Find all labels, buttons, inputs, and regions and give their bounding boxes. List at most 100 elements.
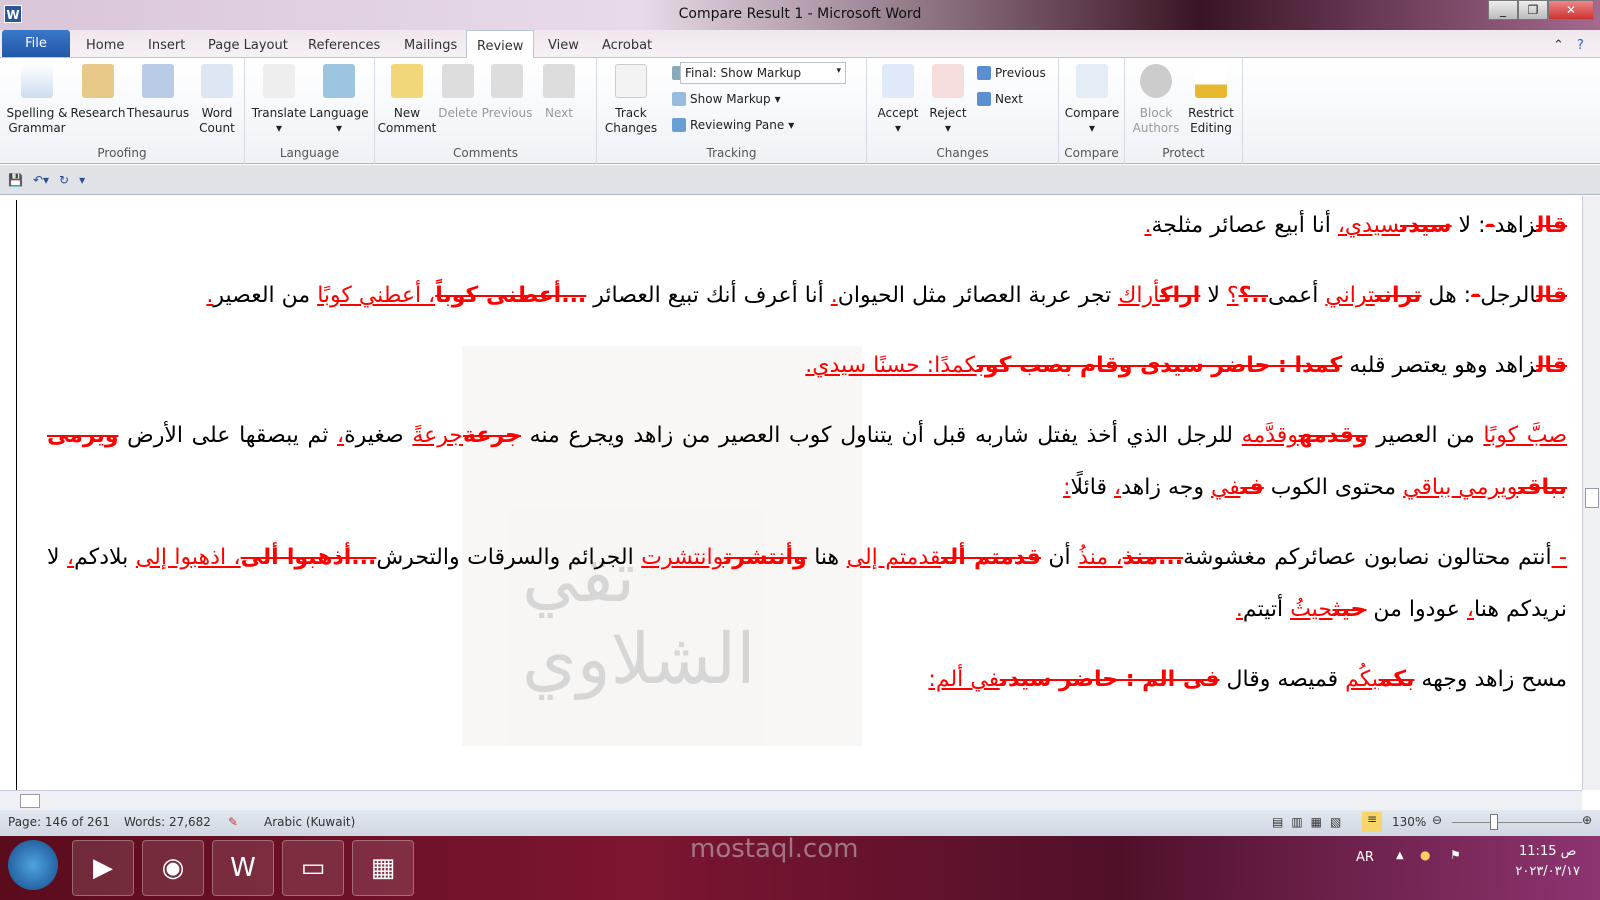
block-authors-button[interactable]: Block Authors [1129,62,1183,136]
show-hidden-icons-icon[interactable]: ▲ [1396,850,1404,861]
text-run[interactable]: من العصير [213,283,317,308]
network-icon[interactable]: ● [1420,848,1430,862]
horizontal-scrollbar[interactable] [0,790,1582,810]
spelling-grammar-button[interactable]: Spelling & Grammar [4,62,70,136]
deleted-text[interactable]: بكم [1379,667,1415,692]
document-text[interactable]: قالزاهد-: لا سيدىسيدي، أنا أبيع عصائر مث… [47,196,1567,724]
tab-references[interactable]: References [298,35,390,56]
deleted-text[interactable]: - [1471,283,1480,308]
accept-button[interactable]: Accept ▾ [873,62,923,136]
zoom-in-icon[interactable]: ⊕ [1582,813,1592,827]
file-explorer-icon[interactable]: ▭ [282,840,344,896]
inserted-text[interactable]: ، [1467,597,1474,622]
inserted-text[interactable]: سيدي، [1338,213,1400,238]
deleted-text[interactable]: ترانى [1375,283,1422,308]
deleted-text[interactable]: قال [1536,353,1567,378]
text-run[interactable]: : لا [1452,213,1486,238]
undo-icon[interactable]: ↶▾ [33,173,49,187]
text-run[interactable]: الرجل [1480,283,1536,308]
inserted-text[interactable]: بكُم [1345,667,1378,692]
text-run[interactable]: أنا أبيع عصائر مثلجة [1151,213,1337,238]
vertical-scrollbar[interactable] [1582,196,1600,790]
action-center-flag-icon[interactable]: ⚑ [1450,848,1461,862]
deleted-text[interactable]: - [1486,213,1495,238]
zoom-out-icon[interactable]: ⊖ [1432,813,1442,827]
system-clock[interactable]: 11:15 ص ٢٠٢٣/٠٣/١٧ [1515,842,1580,882]
new-comment-button[interactable]: New Comment [377,62,437,136]
inserted-text[interactable]: وقدَّمه [1242,423,1299,448]
language-button[interactable]: Language ▾ [307,62,371,136]
zoom-slider-thumb[interactable] [1490,814,1499,830]
inserted-text[interactable]: . [831,283,838,308]
text-run[interactable]: أتيتم [1243,597,1290,622]
tab-home[interactable]: Home [76,35,134,56]
translate-button[interactable]: Translate ▾ [249,62,309,136]
inserted-text[interactable]: أراك [1118,283,1160,308]
text-run[interactable]: صغيرة [344,423,412,448]
text-run[interactable]: عودوا من [1366,597,1467,622]
thesaurus-button[interactable]: Thesaurus [126,62,190,121]
text-run[interactable]: : هل [1421,283,1471,308]
inserted-text[interactable]: ، اذهبوا إلى [136,545,241,570]
research-button[interactable]: Research [70,62,126,121]
text-run[interactable]: قميصه وقال [1220,667,1346,692]
tab-mailings[interactable]: Mailings [394,35,467,56]
text-run[interactable]: ثم يبصقها على الأرض [119,423,337,448]
inserted-text[interactable]: صبَّ كوبًا [1483,423,1567,448]
compare-button[interactable]: Compare ▾ [1061,62,1123,136]
inserted-text[interactable]: في ألم: [928,667,999,692]
text-run[interactable]: زاهد [1495,213,1536,238]
word-count[interactable]: Words: 27,682 [124,815,211,829]
restrict-editing-button[interactable]: Restrict Editing [1183,62,1239,136]
deleted-text[interactable]: ..؟ [1239,283,1268,308]
deleted-text[interactable]: وأنتشرت [724,545,807,570]
help-icon[interactable]: ? [1574,35,1587,56]
text-run[interactable]: أنا أعرف أنك تبيع العصائر [586,283,830,308]
deleted-text[interactable]: سيدى [1400,213,1452,238]
input-language[interactable]: AR [1356,850,1374,865]
delete-comment-button[interactable]: Delete [437,62,479,121]
chrome-icon[interactable]: ◉ [142,840,204,896]
text-run[interactable]: تجر عربة العصائر مثل الحيوان [838,283,1118,308]
page-count[interactable]: Page: 146 of 261 [8,815,110,829]
zoom-slider[interactable] [1452,822,1582,823]
minimize-button[interactable]: _ [1488,0,1518,20]
deleted-text[interactable]: قدمتم ألى [941,545,1041,570]
text-run[interactable]: قائلًا [1070,475,1113,500]
tab-insert[interactable]: Insert [138,35,195,56]
text-run[interactable]: مسح زاهد وجهه [1414,667,1567,692]
previous-change-button[interactable]: Previous [977,66,1046,80]
track-changes-button[interactable]: Track Changes [603,62,659,136]
inserted-text[interactable]: وانتشرت [641,545,724,570]
text-run[interactable]: من العصير [1368,423,1484,448]
tab-review[interactable]: Review [466,30,535,59]
deleted-text[interactable]: فى الم : حاضر سيدى [1000,667,1220,692]
text-run[interactable]: زاهد وهو يعتصر قلبه [1342,353,1536,378]
inserted-text[interactable]: كمدًا: حسنًا سيدي. [805,353,976,378]
deleted-text[interactable]: ...أعطنى كوباً [435,283,586,308]
deleted-text[interactable]: ...منذ [1123,545,1183,570]
text-run[interactable]: بلادكم [74,545,136,570]
close-button[interactable]: ✕ [1548,0,1594,20]
text-run[interactable]: هنا [807,545,847,570]
save-icon[interactable]: 💾 [8,173,23,187]
word-taskbar-icon[interactable]: W [212,840,274,896]
deleted-text[interactable]: كمدا : حاضر سيدى وقام بصب كوب [977,353,1343,378]
inserted-text[interactable]: ويرمي بباقي [1403,475,1518,500]
tab-file[interactable]: File [2,30,70,57]
inserted-text[interactable]: ؟ [1227,283,1239,308]
tab-acrobat[interactable]: Acrobat [592,35,662,56]
deleted-text[interactable]: ...أذهبوا ألى [241,545,377,570]
text-run[interactable]: محتوى الكوب [1264,475,1403,500]
text-run[interactable]: أعمى [1268,283,1325,308]
proofing-errors-icon[interactable]: ✎ [228,815,238,829]
text-run[interactable]: وجه زاهد [1121,475,1211,500]
inserted-text[interactable]: قدمتم إلى [847,545,941,570]
inserted-text[interactable]: . [1236,597,1243,622]
tab-view[interactable]: View [538,35,589,56]
zoom-level[interactable]: 130% [1392,815,1426,829]
next-change-button[interactable]: Next [977,92,1023,106]
reject-button[interactable]: Reject ▾ [923,62,973,136]
deleted-text[interactable]: جرعة [463,423,521,448]
reviewing-pane-button[interactable]: Reviewing Pane ▾ [672,118,794,132]
